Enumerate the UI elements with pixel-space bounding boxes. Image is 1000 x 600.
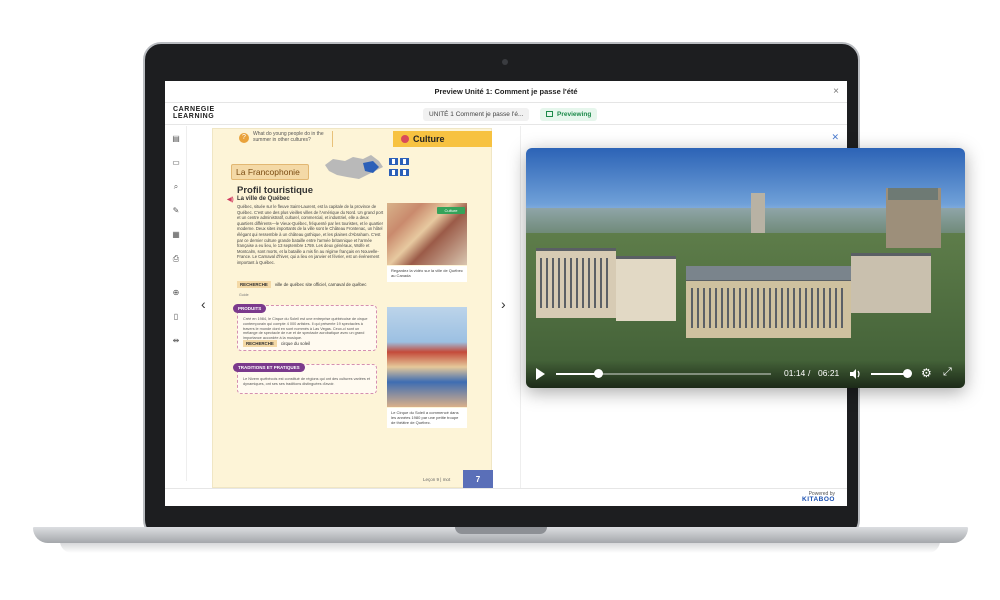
question-icon: ?: [239, 133, 249, 143]
prev-page-button[interactable]: ‹: [201, 296, 206, 312]
gear-icon[interactable]: ⚙: [921, 366, 932, 380]
play-icon[interactable]: [536, 368, 545, 380]
products-text: Créé en 1984, le Cirque du Soleil est un…: [243, 317, 368, 341]
video-roof: [686, 266, 851, 280]
fit-width-icon[interactable]: ⇹: [171, 336, 181, 346]
photo-caption: Le Cirque du Soleil a commencé dans les …: [387, 408, 467, 428]
products-research-line: RECHERCHE cirque du soleil: [243, 340, 311, 347]
video-controls: 01:14 / 06:21 ⚙ ⤢: [526, 360, 965, 388]
photo-caption: Regardez la vidéo sur la ville de Québec…: [387, 266, 467, 282]
research-label: RECHERCHE: [237, 281, 271, 288]
tool-rail: ▤ ▭ ⌕ ✎ ▦ ⎙ ⊕ ▯ ⇹: [165, 126, 187, 481]
seek-bar[interactable]: [556, 373, 771, 375]
culture-tag: Culture: [437, 207, 465, 214]
search-icon[interactable]: ⌕: [171, 182, 181, 192]
section-title: La Francophonie: [231, 164, 309, 180]
source-note: Guide: [239, 293, 249, 297]
unit-selector[interactable]: UNITÉ 1 Comment je passe l'é...: [423, 108, 530, 121]
duration: 06:21: [818, 368, 840, 378]
toc-icon[interactable]: ▤: [171, 134, 181, 144]
city-heading-text: La ville de Québec: [237, 196, 290, 202]
research-line: RECHERCHE ville de québec site officiel, …: [237, 281, 367, 288]
fullscreen-icon[interactable]: ⤢: [943, 366, 952, 379]
essential-question: ? What do young people do in the summer …: [237, 131, 333, 147]
print-icon[interactable]: ⎙: [171, 254, 181, 264]
page-footer: Leçon 9 | mot: [423, 477, 451, 482]
fit-page-icon[interactable]: ▯: [171, 312, 181, 322]
video-player[interactable]: 01:14 / 06:21 ⚙ ⤢: [526, 148, 965, 388]
window-title: Preview Unité 1: Comment je passe l'été: [434, 87, 578, 96]
preview-icon: [546, 111, 553, 117]
culture-banner: Culture: [393, 131, 492, 147]
speaker-icon[interactable]: ◀): [227, 196, 234, 203]
viewer-footer: Powered by KITABOO: [165, 488, 847, 506]
video-building: [851, 253, 931, 313]
kitaboo-logo: KITABOO: [802, 496, 835, 503]
resources-icon[interactable]: ▦: [171, 230, 181, 240]
previewing-label: Previewing: [557, 111, 592, 118]
product-mockup: Preview Unité 1: Comment je passe l'été …: [0, 0, 1000, 600]
notes-icon[interactable]: ▭: [171, 158, 181, 168]
logo-line-1: CARNEGIE: [173, 106, 215, 113]
quebec-flag-icon: [389, 169, 398, 176]
profile-title: Profil touristique: [237, 185, 313, 196]
camera-dot: [502, 59, 508, 65]
app-bar: CARNEGIE LEARNING UNITÉ 1 Comment je pas…: [165, 103, 847, 125]
zoom-in-icon[interactable]: ⊕: [171, 288, 181, 298]
volume-icon[interactable]: [849, 368, 861, 380]
page-number: 7: [463, 470, 493, 489]
close-icon[interactable]: ×: [833, 86, 839, 97]
quebec-flag-icon: [400, 169, 409, 176]
next-page-button[interactable]: ›: [501, 296, 506, 312]
quebec-flag-icon: [389, 158, 398, 165]
logo-line-2: LEARNING: [173, 113, 215, 120]
cirque-du-soleil-photo[interactable]: [387, 307, 467, 407]
traditions-text: Le Nivem québécois est constitué de régi…: [243, 377, 371, 386]
lesson-label: Leçon 9: [423, 477, 440, 482]
current-time: 01:14: [784, 368, 806, 378]
previewing-badge: Previewing: [540, 108, 598, 121]
culture-heading: Culture: [413, 134, 445, 144]
traditions-tag: TRADITIONS ET PRATIQUES: [233, 363, 305, 372]
video-windows: [540, 258, 612, 308]
products-tag: PRODUITS: [233, 304, 267, 313]
powered-by: Powered by KITABOO: [802, 491, 835, 503]
quebec-flag-icon: [400, 158, 409, 165]
carnegie-learning-logo: CARNEGIE LEARNING: [173, 106, 215, 120]
seek-progress: [556, 373, 598, 375]
video-building: [616, 256, 676, 321]
question-text: What do young people do in the summer in…: [253, 131, 324, 143]
video-chateau-roof: [888, 188, 938, 200]
video-windows: [691, 288, 846, 328]
research-text: cirque du soleil: [280, 341, 311, 346]
lesson-sub: mot: [442, 477, 451, 482]
canada-map: [325, 155, 383, 179]
book-viewer: ‹ › ? What do young people do in the sum…: [187, 126, 520, 489]
close-icon[interactable]: ✕: [831, 132, 839, 143]
city-heading: ◀) La ville de Québec: [227, 196, 290, 203]
seek-handle[interactable]: [593, 369, 603, 378]
laptop-notch: [455, 527, 547, 534]
city-description: Québec, située sur le fleuve Saint-Laure…: [237, 204, 384, 265]
time-separator: /: [808, 368, 811, 378]
research-text: ville de québec site officiel, carnaval …: [274, 282, 367, 287]
research-label: RECHERCHE: [243, 340, 277, 347]
ebook-page: ? What do young people do in the summer …: [212, 128, 493, 489]
video-tower: [751, 193, 765, 233]
culture-icon: [401, 135, 409, 143]
volume-handle[interactable]: [903, 369, 912, 378]
highlight-icon[interactable]: ✎: [171, 206, 181, 216]
preview-titlebar: Preview Unité 1: Comment je passe l'été …: [165, 81, 847, 103]
